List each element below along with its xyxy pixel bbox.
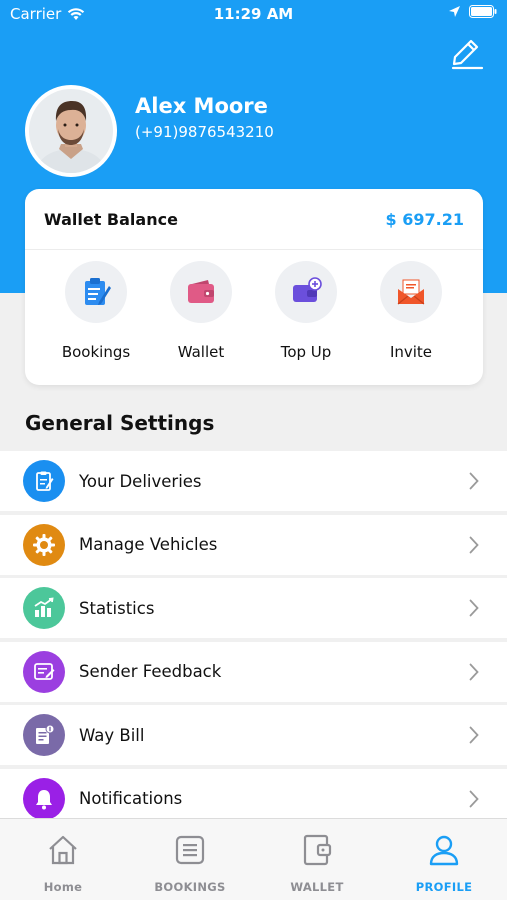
home-icon xyxy=(49,835,77,865)
status-right-icons xyxy=(448,5,497,18)
tab-bookings[interactable]: BOOKINGS xyxy=(127,819,253,900)
settings-item-label: Manage Vehicles xyxy=(79,535,218,555)
chevron-right-icon xyxy=(469,536,479,553)
settings-item-label: Your Deliveries xyxy=(79,471,202,491)
avatar[interactable] xyxy=(25,85,117,177)
quick-action-icon-circle xyxy=(170,261,232,323)
edit-profile-button[interactable] xyxy=(449,36,485,70)
quick-action-icon-circle xyxy=(275,261,337,323)
chevron-right-icon xyxy=(469,599,479,617)
clipboard-icon xyxy=(85,278,111,305)
user-name: Alex Moore xyxy=(135,94,268,118)
tab-label: Home xyxy=(43,880,83,894)
settings-item-label: Way Bill xyxy=(79,725,145,745)
chevron-right-icon xyxy=(469,726,479,744)
bell-icon xyxy=(36,789,52,810)
wallet-icon xyxy=(188,280,214,303)
clipboard-icon xyxy=(36,471,54,491)
status-bar: Carrier 11:29 AM xyxy=(0,0,507,30)
wallet-card: Wallet Balance $ 697.21 Bookings Wallet … xyxy=(25,189,483,385)
general-settings-title: General Settings xyxy=(25,411,215,435)
person-icon xyxy=(429,835,459,866)
avatar-photo xyxy=(29,89,113,173)
quick-action-label: Top Up xyxy=(280,343,332,361)
wallet-icon xyxy=(303,834,332,866)
quick-action-icon-circle xyxy=(380,261,442,323)
quick-action-label: Wallet xyxy=(177,343,225,361)
settings-icon-circle xyxy=(23,523,65,566)
settings-item-statistics[interactable]: Statistics xyxy=(0,578,507,639)
tab-label: BOOKINGS xyxy=(154,880,226,894)
settings-item-way-bill[interactable]: Way Bill xyxy=(0,705,507,766)
feedback-icon xyxy=(34,662,55,680)
gear-icon xyxy=(33,533,55,556)
bar-chart-icon xyxy=(34,597,54,618)
tab-label: PROFILE xyxy=(415,880,473,894)
settings-item-label: Statistics xyxy=(79,598,155,618)
topup-wallet-icon xyxy=(293,277,322,302)
battery-icon xyxy=(469,5,497,18)
location-arrow-icon xyxy=(449,6,460,17)
wallet-balance-amount: $ 697.21 xyxy=(385,210,464,229)
settings-list: Your Deliveries Manage Vehicles Statisti… xyxy=(0,451,507,833)
user-phone: (+91)9876543210 xyxy=(135,123,274,141)
quick-action-top-up[interactable]: Top Up xyxy=(251,261,361,361)
tab-label: WALLET xyxy=(290,880,344,894)
settings-item-label: Sender Feedback xyxy=(79,662,222,682)
tab-wallet[interactable]: WALLET xyxy=(254,819,380,900)
wallet-divider xyxy=(25,249,483,250)
tab-home[interactable]: Home xyxy=(0,819,126,900)
quick-action-invite[interactable]: Invite xyxy=(356,261,466,361)
quick-action-label: Invite xyxy=(389,343,433,361)
settings-icon-circle xyxy=(23,587,65,630)
quick-action-label: Bookings xyxy=(61,343,131,361)
settings-icon-circle xyxy=(23,460,65,502)
settings-item-manage-vehicles[interactable]: Manage Vehicles xyxy=(0,514,507,575)
tab-profile[interactable]: PROFILE xyxy=(381,819,507,900)
chevron-right-icon xyxy=(469,472,479,490)
settings-item-your-deliveries[interactable]: Your Deliveries xyxy=(0,451,507,511)
wallet-balance-label: Wallet Balance xyxy=(44,210,178,229)
tab-bar: Home BOOKINGS WALLET PROFILE xyxy=(0,818,507,900)
settings-icon-circle xyxy=(23,714,65,757)
chevron-right-icon xyxy=(469,790,479,808)
settings-icon-circle xyxy=(23,650,65,693)
status-time: 11:29 AM xyxy=(213,5,294,23)
chevron-right-icon xyxy=(469,663,479,681)
quick-action-icon-circle xyxy=(65,261,127,323)
list-icon xyxy=(175,835,205,865)
envelope-icon xyxy=(397,279,425,305)
settings-item-sender-feedback[interactable]: Sender Feedback xyxy=(0,641,507,702)
pencil-icon xyxy=(451,39,484,70)
quick-action-bookings[interactable]: Bookings xyxy=(41,261,151,361)
settings-icon-circle xyxy=(23,777,65,820)
settings-item-label: Notifications xyxy=(79,789,183,809)
quick-action-wallet[interactable]: Wallet xyxy=(146,261,256,361)
bill-icon xyxy=(36,724,55,745)
